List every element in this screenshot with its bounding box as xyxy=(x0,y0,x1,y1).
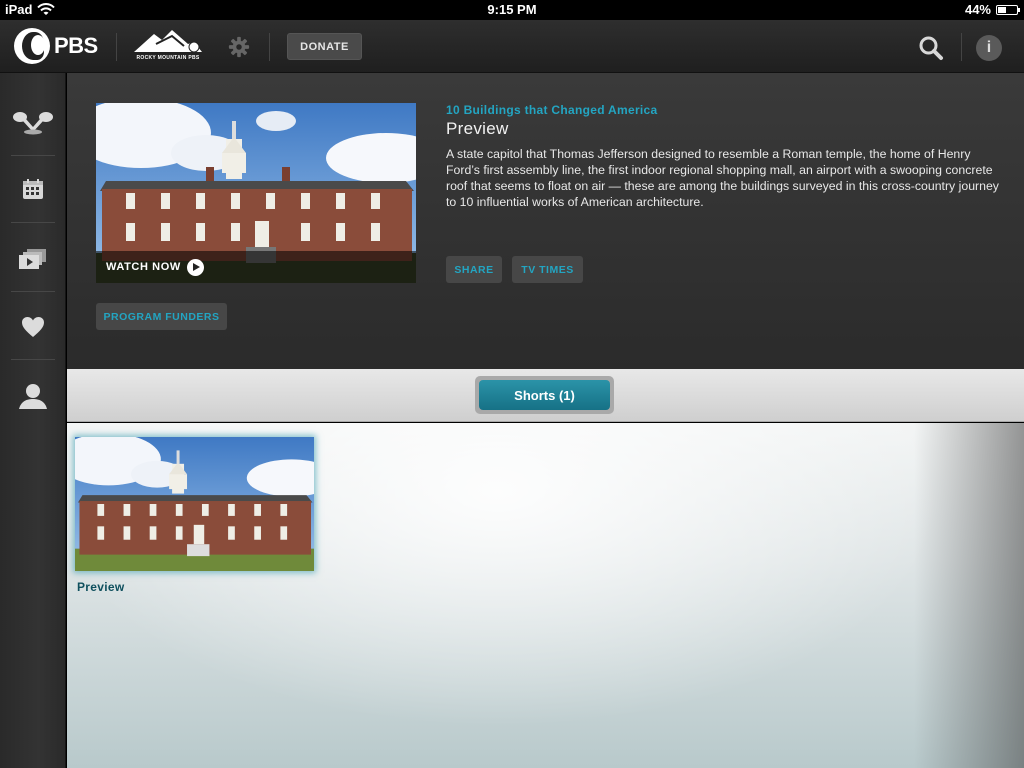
pbs-logo[interactable]: PBS xyxy=(14,28,98,64)
short-video-label[interactable]: Preview xyxy=(77,580,124,594)
shorts-grid: Preview xyxy=(67,423,1024,768)
top-nav: PBS ROCKY MOUNTAIN PBS DONATE i xyxy=(0,20,1024,73)
sidebar-separator xyxy=(11,222,55,223)
info-glyph: i xyxy=(986,39,992,56)
episode-title: Preview xyxy=(446,119,509,138)
battery-icon xyxy=(996,4,1020,15)
right-edge-shade xyxy=(914,423,1024,768)
episode-description: A state capitol that Thomas Jefferson de… xyxy=(446,147,999,209)
status-time: 9:15 PM xyxy=(487,2,537,17)
donate-button[interactable]: DONATE xyxy=(287,33,362,60)
nav-divider xyxy=(269,33,270,61)
spotlight-icon xyxy=(13,111,53,134)
hero-video-thumbnail[interactable]: WATCH NOW xyxy=(96,103,416,283)
battery-percent: 44% xyxy=(964,2,991,17)
watch-now-bar[interactable]: WATCH NOW xyxy=(96,251,416,283)
watch-now-label: WATCH NOW xyxy=(106,261,181,273)
pbs-heads-icon xyxy=(14,28,50,64)
calendar-icon xyxy=(23,178,43,199)
sidebar-item-featured[interactable] xyxy=(0,88,66,155)
sidebar-item-schedule[interactable] xyxy=(0,155,66,222)
settings-gear-icon[interactable] xyxy=(228,36,250,58)
sidebar xyxy=(0,73,66,768)
capitol-building-thumbnail-image xyxy=(75,437,314,571)
nav-divider xyxy=(961,33,962,61)
play-icon xyxy=(186,258,204,276)
content-tab-bar: Shorts (1) xyxy=(67,369,1024,422)
sidebar-item-favorites[interactable] xyxy=(0,293,66,360)
short-video-thumbnail[interactable] xyxy=(75,437,314,571)
station-label: ROCKY MOUNTAIN PBS xyxy=(136,55,200,61)
search-icon[interactable] xyxy=(918,35,944,61)
info-icon[interactable]: i xyxy=(976,35,1002,61)
user-icon xyxy=(19,383,47,409)
share-button[interactable]: SHARE xyxy=(446,256,502,283)
tab-shorts[interactable]: Shorts (1) xyxy=(479,380,610,410)
nav-divider xyxy=(116,33,117,61)
pbs-logo-text: PBS xyxy=(54,33,98,58)
program-funders-button[interactable]: PROGRAM FUNDERS xyxy=(96,303,227,330)
tv-times-button[interactable]: TV TIMES xyxy=(512,256,583,283)
battery-fill xyxy=(998,6,1006,13)
station-logo: ROCKY MOUNTAIN PBS xyxy=(132,28,204,64)
sidebar-item-profile[interactable] xyxy=(0,362,66,429)
mountain-logo-icon xyxy=(134,30,202,53)
video-stack-icon xyxy=(19,248,46,269)
sidebar-separator xyxy=(11,291,55,292)
sidebar-item-videos[interactable] xyxy=(0,225,66,292)
status-bar: iPad 9:15 PM 44% xyxy=(0,0,1024,20)
shorts-tab-frame: Shorts (1) xyxy=(475,376,614,414)
sidebar-separator xyxy=(11,359,55,360)
episode-detail-panel: WATCH NOW 10 Buildings that Changed Amer… xyxy=(67,73,1024,369)
show-title[interactable]: 10 Buildings that Changed America xyxy=(446,103,658,117)
heart-icon xyxy=(22,316,44,337)
